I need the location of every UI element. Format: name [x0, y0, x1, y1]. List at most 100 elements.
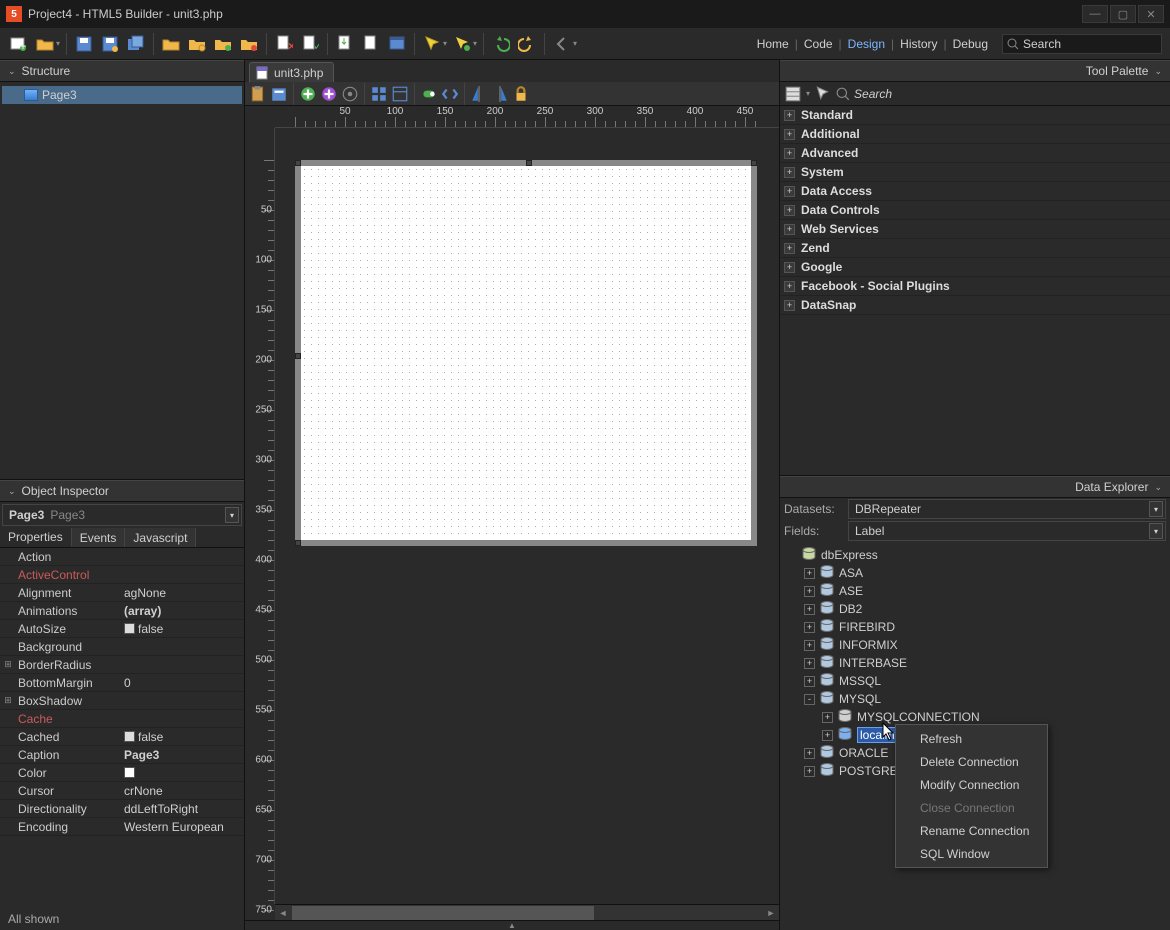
- inspector-object-selector[interactable]: Page3 Page3 ▾: [2, 504, 242, 526]
- lock-icon[interactable]: [512, 85, 530, 103]
- palette-category[interactable]: +Google: [780, 258, 1170, 277]
- remove-folder-icon[interactable]: [238, 33, 260, 55]
- toggle-icon[interactable]: [420, 85, 438, 103]
- selection-handle[interactable]: [526, 160, 532, 166]
- menu-rename-connection[interactable]: Rename Connection: [896, 819, 1047, 842]
- delete-file-icon[interactable]: ×: [273, 33, 295, 55]
- data-explorer-item[interactable]: -MYSQL: [782, 690, 1168, 708]
- run-debug-icon[interactable]: [451, 33, 473, 55]
- redo-icon[interactable]: [516, 33, 538, 55]
- selection-handle[interactable]: [295, 160, 301, 166]
- property-row[interactable]: BottomMargin0: [0, 674, 244, 692]
- back-icon[interactable]: [551, 33, 573, 55]
- layout-icon[interactable]: [391, 85, 409, 103]
- palette-category[interactable]: +Additional: [780, 125, 1170, 144]
- property-row[interactable]: Cache: [0, 710, 244, 728]
- maximize-button[interactable]: ▢: [1110, 5, 1136, 23]
- data-explorer-header[interactable]: Data Explorer ⌄: [780, 476, 1170, 498]
- dropdown-icon[interactable]: ▾: [443, 39, 447, 48]
- property-row[interactable]: CursorcrNone: [0, 782, 244, 800]
- property-row[interactable]: DirectionalityddLeftToRight: [0, 800, 244, 818]
- property-row[interactable]: Cachedfalse: [0, 728, 244, 746]
- add-folder-icon[interactable]: [186, 33, 208, 55]
- data-explorer-item[interactable]: +ASA: [782, 564, 1168, 582]
- data-explorer-item[interactable]: +INTERBASE: [782, 654, 1168, 672]
- property-row[interactable]: Action: [0, 548, 244, 566]
- flip-h-icon[interactable]: [470, 85, 488, 103]
- property-row[interactable]: AutoSizefalse: [0, 620, 244, 638]
- palette-category[interactable]: +DataSnap: [780, 296, 1170, 315]
- dropdown-icon[interactable]: ▾: [806, 89, 810, 98]
- selection-handle[interactable]: [295, 353, 301, 359]
- dropdown-icon[interactable]: ▾: [573, 39, 577, 48]
- horizontal-scrollbar[interactable]: ◄ ►: [275, 904, 779, 920]
- palette-category[interactable]: +System: [780, 163, 1170, 182]
- code-icon[interactable]: [441, 85, 459, 103]
- target-icon[interactable]: [341, 85, 359, 103]
- palette-category[interactable]: +Standard: [780, 106, 1170, 125]
- nav-home[interactable]: Home: [757, 37, 789, 51]
- pointer-icon[interactable]: [814, 85, 832, 103]
- grid-icon[interactable]: [370, 85, 388, 103]
- data-explorer-item[interactable]: +ASE: [782, 582, 1168, 600]
- close-button[interactable]: ✕: [1138, 5, 1164, 23]
- selection-handle[interactable]: [295, 540, 301, 546]
- new-file-icon[interactable]: +: [8, 33, 30, 55]
- structure-header[interactable]: ⌄ Structure: [0, 60, 244, 82]
- menu-delete-connection[interactable]: Delete Connection: [896, 750, 1047, 773]
- search-input[interactable]: Search: [1002, 34, 1162, 54]
- dropdown-icon[interactable]: ▾: [473, 39, 477, 48]
- data-explorer-item[interactable]: +INFORMIX: [782, 636, 1168, 654]
- open-folder-icon[interactable]: [34, 33, 56, 55]
- run-icon[interactable]: [421, 33, 443, 55]
- circle-plus-icon[interactable]: [320, 85, 338, 103]
- data-explorer-tree[interactable]: dbExpress+ASA+ASE+DB2+FIREBIRD+INFORMIX+…: [780, 542, 1170, 930]
- datasets-combo[interactable]: DBRepeater ▾: [848, 499, 1166, 519]
- undo-icon[interactable]: [490, 33, 512, 55]
- data-explorer-item[interactable]: +MSSQL: [782, 672, 1168, 690]
- tab-events[interactable]: Events: [72, 528, 126, 547]
- add-icon[interactable]: [299, 85, 317, 103]
- property-row[interactable]: CaptionPage3: [0, 746, 244, 764]
- save-icon[interactable]: [73, 33, 95, 55]
- paste-icon[interactable]: [249, 85, 267, 103]
- scroll-left-icon[interactable]: ◄: [275, 905, 291, 920]
- dropdown-icon[interactable]: ▾: [225, 507, 239, 523]
- menu-modify-connection[interactable]: Modify Connection: [896, 773, 1047, 796]
- property-grid[interactable]: ActionActiveControlAlignmentagNoneAnimat…: [0, 548, 244, 908]
- dropdown-icon[interactable]: ▾: [1149, 523, 1163, 539]
- tab-javascript[interactable]: Javascript: [125, 528, 196, 547]
- minimize-button[interactable]: —: [1082, 5, 1108, 23]
- flip-v-icon[interactable]: [491, 85, 509, 103]
- new-doc-icon[interactable]: [360, 33, 382, 55]
- nav-debug[interactable]: Debug: [953, 37, 988, 51]
- property-row[interactable]: AlignmentagNone: [0, 584, 244, 602]
- data-explorer-item[interactable]: +DB2: [782, 600, 1168, 618]
- nav-code[interactable]: Code: [804, 37, 833, 51]
- property-row[interactable]: Color: [0, 764, 244, 782]
- nav-design[interactable]: Design: [848, 37, 885, 51]
- palette-category[interactable]: +Zend: [780, 239, 1170, 258]
- tab-properties[interactable]: Properties: [0, 528, 72, 547]
- structure-root-item[interactable]: Page3: [2, 86, 242, 104]
- fields-combo[interactable]: Label ▾: [848, 521, 1166, 541]
- clipboard-icon[interactable]: [270, 85, 288, 103]
- save-all-icon[interactable]: [125, 33, 147, 55]
- data-explorer-item[interactable]: dbExpress: [782, 546, 1168, 564]
- property-row[interactable]: ActiveControl: [0, 566, 244, 584]
- bottom-splitter[interactable]: ▲: [245, 920, 779, 930]
- property-row[interactable]: EncodingWestern European: [0, 818, 244, 836]
- file-check-icon[interactable]: ✓: [299, 33, 321, 55]
- selection-handle[interactable]: [751, 160, 757, 166]
- property-row[interactable]: ⊞BoxShadow: [0, 692, 244, 710]
- inspector-header[interactable]: ⌄ Object Inspector: [0, 480, 244, 502]
- scroll-right-icon[interactable]: ►: [763, 905, 779, 920]
- open-project-icon[interactable]: [160, 33, 182, 55]
- palette-category[interactable]: +Advanced: [780, 144, 1170, 163]
- download-icon[interactable]: [334, 33, 356, 55]
- canvas-viewport[interactable]: [275, 128, 779, 904]
- window-icon[interactable]: [386, 33, 408, 55]
- menu-sql-window[interactable]: SQL Window: [896, 842, 1047, 865]
- dropdown-icon[interactable]: ▾: [56, 39, 60, 48]
- property-row[interactable]: ⊞BorderRadius: [0, 656, 244, 674]
